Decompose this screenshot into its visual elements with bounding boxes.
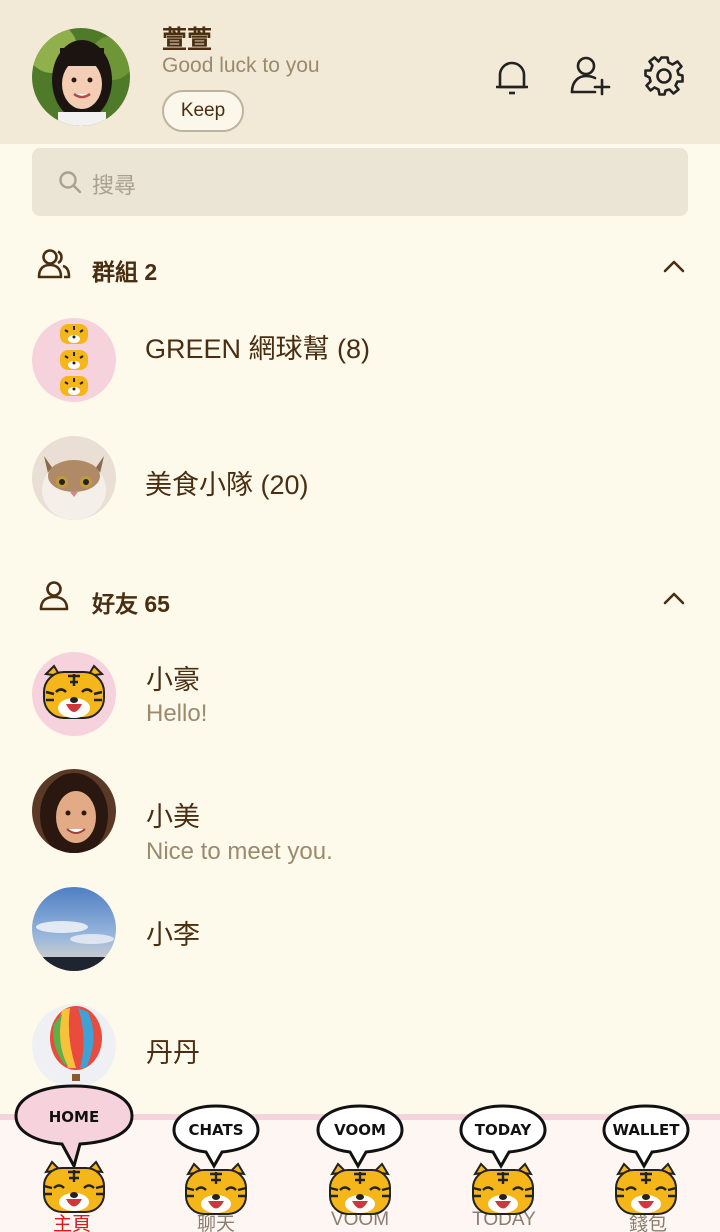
nav-decorations: HOME CHATS VOOM TODAY WALLET — [14, 1084, 690, 1216]
groups-section-title[interactable]: 群組 2 — [92, 253, 157, 287]
profile-avatar[interactable] — [32, 28, 130, 126]
friend-name: 丹丹 — [146, 1038, 200, 1068]
friends-section-title[interactable]: 好友 65 — [92, 585, 170, 619]
group-name: 美食小隊 (20) — [145, 470, 309, 500]
tiger-icon — [42, 1160, 106, 1214]
bubble-text-home: HOME — [49, 1108, 99, 1126]
group-name: GREEN 網球幫 (8) — [145, 334, 371, 364]
friend-status-message: Nice to meet you. — [146, 838, 333, 865]
bubble-text-chats: CHATS — [188, 1121, 243, 1139]
search-bar[interactable]: 搜尋 — [32, 148, 688, 216]
nav-today-bubble: TODAY — [459, 1104, 547, 1170]
group-avatar-tigers — [32, 318, 116, 402]
nav-voom-bubble: VOOM — [316, 1104, 404, 1170]
bell-icon[interactable] — [490, 54, 534, 98]
friends-icon — [38, 580, 70, 617]
friend-name: 小美 — [146, 802, 200, 832]
bubble-text-voom: VOOM — [334, 1121, 386, 1139]
profile-name: 萱萱 — [162, 26, 213, 54]
chevron-up-icon[interactable] — [662, 258, 686, 279]
friend-avatar-tiger — [32, 652, 116, 736]
friend-name: 小豪 — [146, 665, 200, 695]
tiger-icon — [328, 1162, 392, 1216]
friend-avatar-photo — [32, 769, 116, 853]
search-placeholder: 搜尋 — [92, 173, 137, 198]
profile-header: 萱萱 Good luck to you Keep — [0, 0, 720, 144]
chevron-up-icon[interactable] — [662, 590, 686, 611]
nav-wallet-bubble: WALLET — [602, 1104, 690, 1170]
bubble-text-today: TODAY — [475, 1121, 533, 1139]
tiger-icon — [471, 1162, 535, 1216]
groups-icon — [36, 248, 72, 285]
keep-button[interactable]: Keep — [162, 90, 244, 132]
nav-home-bubble: HOME — [14, 1084, 134, 1170]
friend-status-message: Hello! — [146, 700, 208, 727]
tiger-icon — [184, 1162, 248, 1216]
settings-gear-icon[interactable] — [642, 54, 686, 98]
friend-avatar-sky — [32, 887, 116, 971]
profile-status-message[interactable]: Good luck to you — [162, 54, 320, 78]
tiger-icon — [614, 1162, 678, 1216]
add-friend-icon[interactable] — [568, 54, 612, 98]
search-icon — [58, 170, 82, 199]
group-avatar-cat — [32, 436, 116, 520]
nav-chats-bubble: CHATS — [172, 1104, 260, 1170]
friend-name: 小李 — [146, 920, 200, 950]
bubble-text-wallet: WALLET — [612, 1121, 680, 1139]
